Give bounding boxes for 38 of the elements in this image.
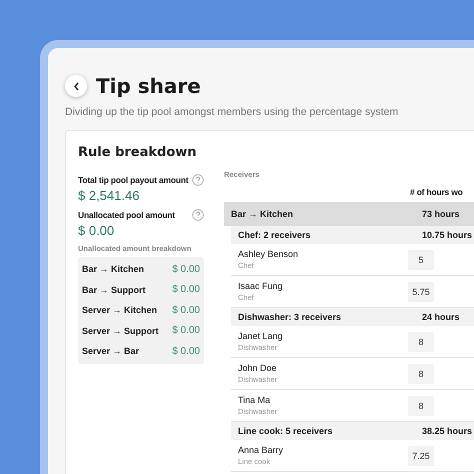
rule-amount: $ 0.00 [172, 325, 200, 336]
summary-label: Unallocated pool amount [78, 210, 175, 220]
page-title: Tip share [96, 74, 201, 98]
rule-amount: $ 0.00 [172, 346, 200, 357]
hours-field[interactable]: 8 [408, 364, 434, 384]
rule-amount: $ 0.00 [172, 304, 200, 316]
help-icon[interactable] [192, 209, 204, 221]
role-row: Chef: 2 receivers 10.75 hours [231, 226, 474, 244]
rule-name: Server → Support [82, 326, 159, 336]
back-icon [72, 82, 80, 90]
rule-amount: $ 0.00 [172, 264, 200, 275]
role-row: Line cook: 5 receivers 38.25 hours [231, 422, 474, 440]
hours-field[interactable]: 7.25 [408, 446, 434, 466]
receiver-name: John Doe [238, 363, 278, 373]
back-button[interactable] [65, 75, 87, 97]
receiver-name: Anna Barry [238, 445, 284, 455]
summary-label: Total tip pool payout amount [78, 175, 188, 185]
receiver-name: Janet Lang [238, 331, 284, 341]
receiver-name: Tina Ma [238, 395, 272, 405]
rule-name: Server → Bar [82, 346, 140, 356]
group-row: Bar → Kitchen 73 hours [224, 202, 474, 226]
rule-name: Bar → Kitchen [82, 264, 144, 274]
summary-amount: $ 0.00 [78, 223, 116, 238]
card-title: Rule breakdown [78, 145, 198, 160]
column-header: # of hours wo [409, 187, 464, 197]
rule-name: Bar → Support [82, 284, 146, 295]
hours-field[interactable]: 5 [408, 250, 434, 270]
help-icon[interactable] [192, 174, 204, 186]
rule-amount: $ 0.00 [172, 284, 200, 296]
receiver-name: Ashley Benson [238, 249, 300, 259]
hours-field[interactable]: 5.75 [408, 282, 434, 302]
receiver-name: Isaac Fung [238, 281, 284, 291]
role-row: Dishwasher: 3 receivers 24 hours [231, 308, 474, 326]
page-subtitle: Dividing up the tip pool amongst members using the percentage system [65, 106, 400, 118]
hours-field[interactable]: 8 [408, 332, 434, 352]
summary-amount: $ 2,541.46 [78, 188, 140, 203]
hours-field[interactable]: 8 [408, 396, 434, 416]
rule-name: Server → Kitchen [82, 305, 158, 316]
